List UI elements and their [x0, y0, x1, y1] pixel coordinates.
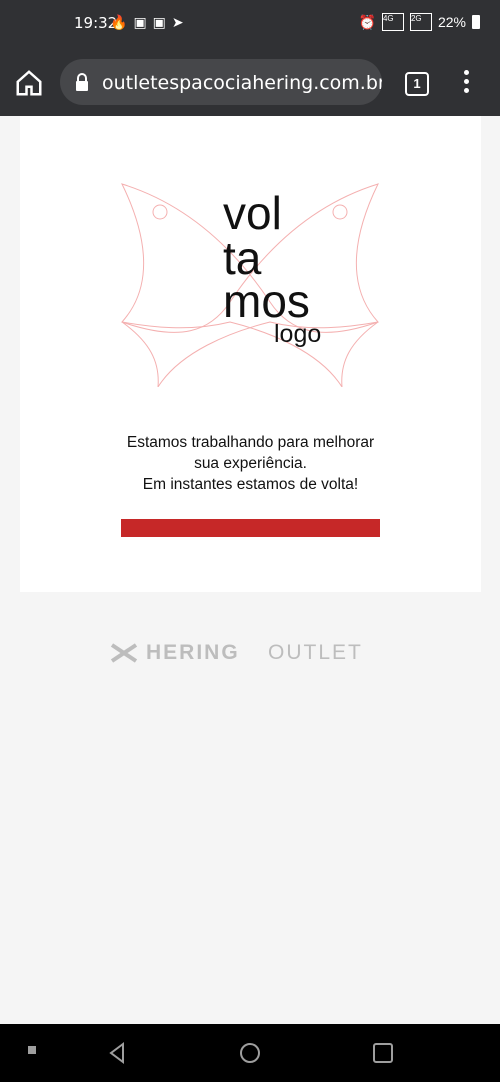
system-icons: ⏰ 4G 2G 22%: [359, 13, 480, 31]
recents-icon[interactable]: [371, 1041, 395, 1065]
url-text[interactable]: outletespacociahering.com.br/: [102, 72, 382, 94]
overflow-menu-button[interactable]: [460, 70, 472, 96]
maintenance-message: Estamos trabalhando para melhorar sua ex…: [20, 432, 481, 495]
telegram-icon: ➤: [171, 14, 184, 30]
tabs-button[interactable]: 1: [405, 72, 429, 96]
signal-icon-2: 2G: [409, 13, 432, 31]
footer-brand: HERING: [146, 641, 240, 664]
maintenance-card: vol ta mos logo Estamos trabalhando para…: [20, 116, 481, 592]
message-line-2: sua experiência.: [194, 455, 307, 472]
status-bar: 19:32 🔥 ▣ ▣ ➤ ⏰ 4G 2G 22%: [0, 0, 500, 48]
notification-icons: 🔥 ▣ ▣ ➤: [110, 13, 184, 31]
hering-fish-icon: [110, 643, 138, 663]
home-nav-icon[interactable]: [238, 1041, 262, 1065]
signal-icon-1: 4G: [381, 13, 404, 31]
lock-icon: [76, 73, 88, 91]
battery-percent: 22%: [437, 14, 466, 30]
sim-notification-icon: ▣: [133, 14, 147, 30]
hering-outlet-logo: HERING OUTLET: [110, 641, 395, 667]
sim2-notification-icon: ▣: [152, 14, 166, 30]
fire-notification-icon: 🔥: [110, 14, 128, 30]
browser-toolbar: outletespacociahering.com.br/ 1: [0, 48, 500, 116]
message-line-3: Em instantes estamos de volta!: [142, 476, 359, 493]
alarm-icon: ⏰: [358, 13, 376, 30]
progress-bar: [121, 519, 380, 537]
home-button[interactable]: [14, 68, 44, 98]
progress-fill: [121, 519, 380, 537]
address-bar[interactable]: outletespacociahering.com.br/: [60, 59, 382, 105]
battery-icon: [472, 15, 480, 29]
home-icon: [16, 70, 42, 96]
footer-outlet: OUTLET: [268, 641, 363, 664]
navigation-bar: [0, 1024, 500, 1082]
nav-dot-icon: [28, 1046, 36, 1054]
message-line-1: Estamos trabalhando para melhorar: [126, 434, 375, 451]
logo-word-4: logo: [274, 320, 322, 348]
back-icon[interactable]: [105, 1041, 129, 1065]
